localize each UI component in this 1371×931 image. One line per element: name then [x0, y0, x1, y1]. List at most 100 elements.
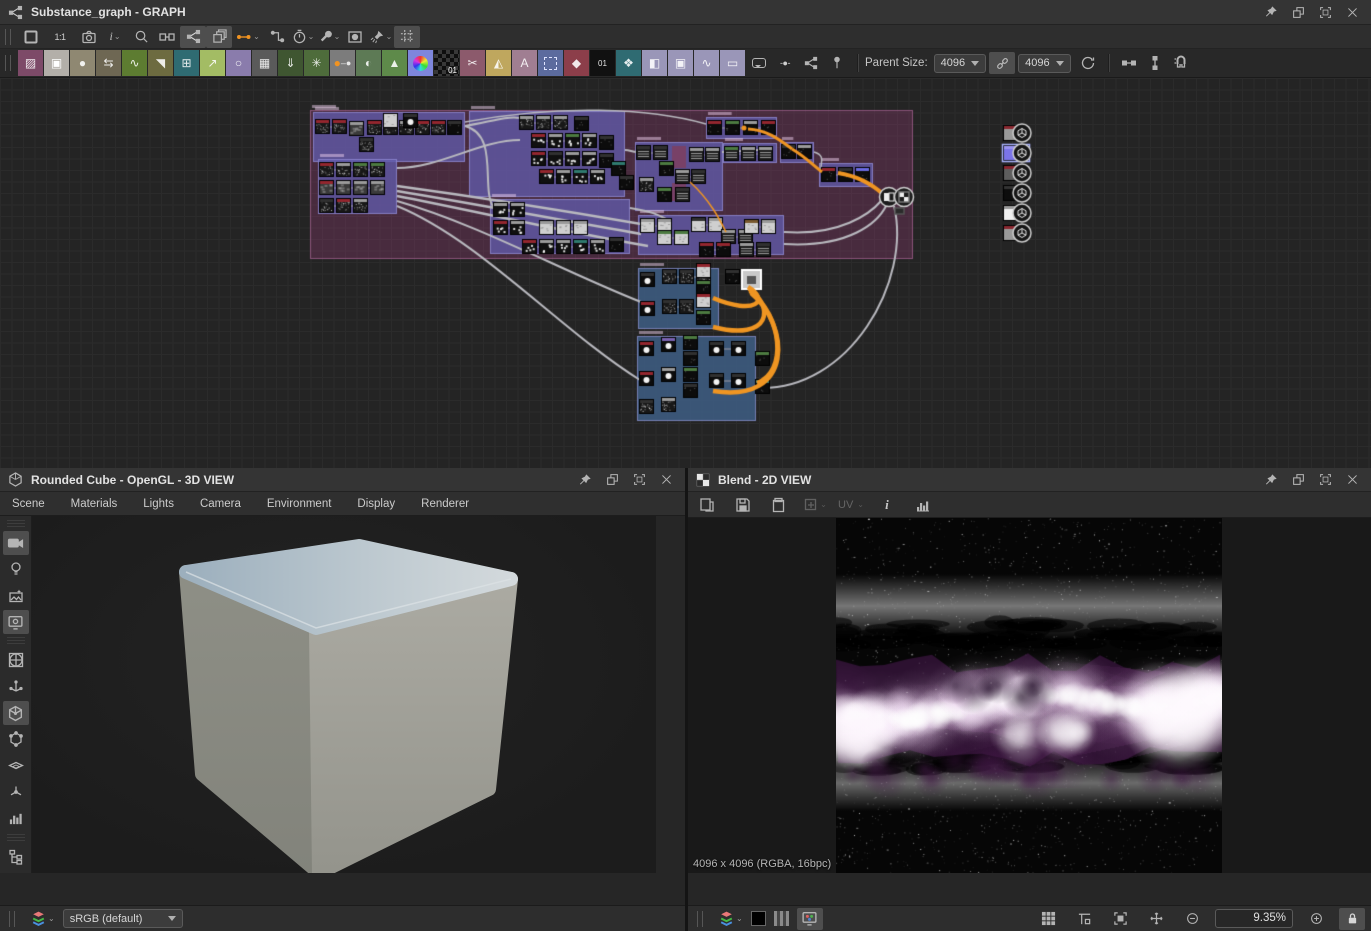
geometry-sphere-button[interactable] — [3, 648, 29, 672]
environment-tool-button[interactable] — [3, 584, 29, 608]
blur-node-button[interactable]: ● — [70, 50, 95, 76]
mirror-node-button[interactable]: ◭ — [486, 50, 511, 76]
thumbnail-mode-button[interactable] — [342, 26, 368, 48]
rail-grip[interactable] — [7, 637, 25, 645]
square-fx-node-button[interactable]: ▣ — [668, 50, 693, 76]
curve-edit-node-button[interactable]: ✂ — [460, 50, 485, 76]
graph-view-button[interactable] — [180, 26, 206, 48]
zoom-out-button[interactable] — [1179, 908, 1205, 930]
screenshot-button[interactable] — [76, 26, 102, 48]
colorspace-layers-button[interactable]: ⌄ — [30, 910, 55, 927]
menu-materials[interactable]: Materials — [71, 498, 118, 510]
tile-sampler-node-button[interactable]: ▦ — [252, 50, 277, 76]
reset-size-button[interactable] — [1075, 52, 1101, 74]
stack-view-button[interactable] — [206, 26, 232, 48]
save-image-button[interactable] — [730, 494, 756, 516]
comment-button[interactable] — [746, 52, 772, 74]
subgraph-button[interactable] — [798, 52, 824, 74]
info-button[interactable]: i⌄ — [102, 26, 128, 48]
histogram-node-button[interactable]: ▲ — [382, 50, 407, 76]
guides-toggle-button[interactable] — [1071, 908, 1097, 930]
colorspace-select[interactable]: sRGB (default) — [63, 909, 183, 928]
shape-node-button[interactable]: ○ — [226, 50, 251, 76]
menu-camera[interactable]: Camera — [200, 498, 241, 510]
directional-blur-node-button[interactable]: ◥ — [148, 50, 173, 76]
tiling-mode-button[interactable] — [774, 911, 789, 926]
node-graph-canvas[interactable] — [0, 78, 1371, 468]
export-image-button[interactable] — [694, 494, 720, 516]
zoom-level-input[interactable]: 9.35% — [1215, 909, 1293, 928]
transform-axes-button[interactable] — [3, 674, 29, 698]
bitmap-node-button[interactable]: ▨ — [18, 50, 43, 76]
menu-lights[interactable]: Lights — [143, 498, 174, 510]
cells-node-button[interactable]: ❖ — [616, 50, 641, 76]
maximize-icon[interactable] — [1319, 473, 1332, 486]
scene-tree-button[interactable] — [3, 845, 29, 869]
close-icon[interactable] — [1346, 473, 1359, 486]
link-nodes-horizontal-button[interactable] — [1116, 52, 1142, 74]
blend-node-button[interactable]: ●–● — [330, 50, 355, 76]
fit-selection-button[interactable] — [18, 26, 44, 48]
zoom-in-button[interactable] — [1303, 908, 1329, 930]
statusbar-drag-handle[interactable] — [9, 911, 15, 927]
pin-node-button[interactable] — [824, 52, 850, 74]
uniform-color-node-button[interactable]: ▣ — [44, 50, 69, 76]
curve-fx-node-button[interactable]: ∿ — [694, 50, 719, 76]
statusbar-drag-handle[interactable] — [697, 911, 703, 927]
dot-node-button[interactable]: -●- — [772, 52, 798, 74]
channel-shuffle-node-button[interactable]: ⇆ — [96, 50, 121, 76]
menu-environment[interactable]: Environment — [267, 498, 332, 510]
scatter-node-button[interactable]: ✳ — [304, 50, 329, 76]
hsl-node-button[interactable] — [408, 50, 433, 76]
copy-image-button[interactable] — [766, 494, 792, 516]
channels-layers-button[interactable]: ⌄ — [718, 910, 743, 927]
plane-mesh-button[interactable] — [3, 754, 29, 778]
link-style-button[interactable]: ⌄ — [232, 26, 264, 48]
height-blend-node-button[interactable]: ⇓ — [278, 50, 303, 76]
clean-graph-button[interactable]: ⌄ — [368, 26, 394, 48]
gradient-map-node-button[interactable]: 01 — [434, 50, 459, 76]
pin-icon[interactable] — [578, 473, 592, 487]
crop-node-button[interactable] — [538, 50, 563, 76]
image-info-button[interactable]: i — [874, 494, 900, 516]
text-node-button[interactable]: A — [512, 50, 537, 76]
grayscale-conversion-node-button[interactable]: 01 — [590, 50, 615, 76]
camera-tool-button[interactable] — [3, 531, 29, 555]
float-window-icon[interactable] — [1292, 6, 1305, 19]
grid-toggle-button[interactable] — [1035, 908, 1061, 930]
view2d-canvas-area[interactable]: 4096 x 4096 (RGBA, 16bpc) — [688, 518, 1371, 873]
parent-height-select[interactable]: 4096 — [1018, 54, 1070, 73]
pin-icon[interactable] — [1264, 5, 1278, 19]
pin-icon[interactable] — [1264, 473, 1278, 487]
color-managed-display-button[interactable] — [797, 908, 823, 930]
parent-width-select[interactable]: 4096 — [934, 54, 986, 73]
toolbar-drag-handle[interactable] — [5, 29, 11, 45]
menu-renderer[interactable]: Renderer — [421, 498, 469, 510]
node-toolbar-drag-handle[interactable] — [5, 55, 11, 71]
mesh-cube-button[interactable] — [3, 701, 29, 725]
menu-scene[interactable]: Scene — [12, 498, 45, 510]
transformation-node-button[interactable]: ⊞ — [174, 50, 199, 76]
texture-preview-image[interactable] — [836, 518, 1222, 873]
compute-time-button[interactable]: ⌄ — [290, 26, 316, 48]
menu-display[interactable]: Display — [357, 498, 395, 510]
background-color-swatch[interactable] — [751, 911, 766, 926]
rail-grip[interactable] — [7, 834, 25, 842]
view3d-title-bar[interactable]: Rounded Cube - OpenGL - 3D VIEW — [0, 468, 685, 492]
float-window-icon[interactable] — [1292, 473, 1305, 486]
actual-size-button[interactable]: 1:1 — [44, 26, 76, 48]
align-nodes-vertical-button[interactable] — [1142, 52, 1168, 74]
histogram-button[interactable] — [910, 494, 936, 516]
display-settings-button[interactable] — [3, 610, 29, 634]
snap-grid-button[interactable] — [394, 26, 420, 48]
rail-grip[interactable] — [7, 520, 25, 528]
lock-zoom-button[interactable] — [1339, 908, 1365, 930]
view2d-title-bar[interactable]: Blend - 2D VIEW — [688, 468, 1371, 492]
turbine-button[interactable] — [3, 780, 29, 804]
viewport-3d[interactable] — [32, 516, 656, 873]
maximize-icon[interactable] — [633, 473, 646, 486]
snap-magnet-button[interactable] — [1168, 52, 1194, 74]
uv-overlay-select[interactable]: UV⌄ — [838, 499, 864, 511]
close-icon[interactable] — [1346, 6, 1359, 19]
mesh-vertices-button[interactable] — [3, 727, 29, 751]
